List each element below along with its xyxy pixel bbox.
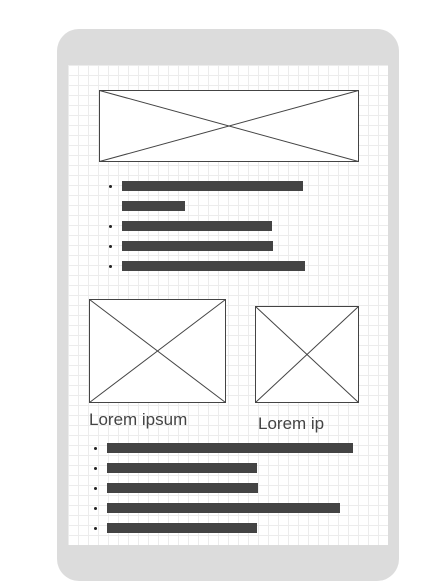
text-line-placeholder [107,503,340,513]
text-line-placeholder [107,523,257,533]
card-image-placeholder [255,306,359,403]
text-line-placeholder [107,483,258,493]
text-line-placeholder [107,463,257,473]
list-bullet [94,467,97,470]
list-bullet [94,527,97,530]
list-bullet [109,245,112,248]
text-line-placeholder [122,181,303,191]
list-bullet [109,185,112,188]
list-bullet [94,487,97,490]
text-line-placeholder [122,241,273,251]
hero-image-placeholder [99,90,359,162]
list-bullet [109,265,112,268]
card-caption: Lorem ip [258,414,325,433]
card-image-placeholder [89,299,226,403]
list-bullet [94,507,97,510]
list-bullet [109,225,112,228]
card-caption: Lorem ipsum [89,410,188,429]
list-bullet [94,447,97,450]
text-line-placeholder [122,221,272,231]
text-line-placeholder [122,201,185,211]
text-line-placeholder [122,261,305,271]
text-line-placeholder [107,443,353,453]
